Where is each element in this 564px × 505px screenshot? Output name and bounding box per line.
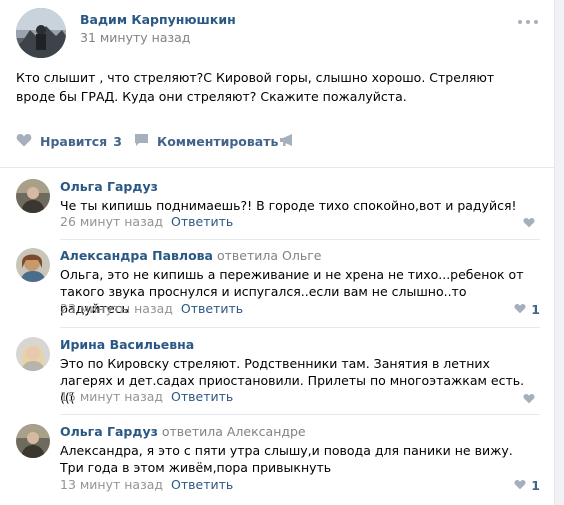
comment-item: Александра Павлова ответила Ольге Ольга, … bbox=[16, 248, 546, 318]
heart-icon bbox=[523, 392, 535, 407]
commenter-avatar[interactable] bbox=[16, 179, 50, 213]
reply-button[interactable]: Ответить bbox=[181, 301, 243, 316]
comment-author-name[interactable]: Ирина Васильевна bbox=[60, 337, 194, 352]
heart-icon bbox=[16, 133, 32, 150]
heart-icon bbox=[523, 216, 535, 231]
comment-like-count: 1 bbox=[531, 302, 540, 317]
post-text: Кто слышит , что стреляют?С Кировой горы… bbox=[16, 70, 495, 104]
reply-to-label[interactable]: ответила Александре bbox=[162, 424, 306, 439]
comment-meta: 13 минут назад Ответить bbox=[60, 477, 233, 492]
comment-like-button[interactable] bbox=[523, 216, 540, 231]
comment-text: Александра, я это с пяти утра слышу,и по… bbox=[60, 443, 513, 475]
comment-meta: 23 минуты назад Ответить bbox=[60, 301, 243, 316]
reply-button[interactable]: Ответить bbox=[171, 477, 233, 492]
like-button[interactable]: Нравится 3 bbox=[16, 132, 122, 150]
more-options-icon[interactable] bbox=[518, 18, 538, 26]
comment-author: Ольга Гардуз ответила Александре bbox=[60, 424, 306, 439]
comment-label: Комментировать bbox=[157, 133, 279, 149]
divider bbox=[60, 239, 540, 240]
commenter-avatar[interactable] bbox=[16, 337, 50, 371]
comment-timestamp[interactable]: 23 минуты назад bbox=[60, 301, 173, 316]
page-scrollbar[interactable] bbox=[555, 0, 564, 505]
comment-author: Ольга Гардуз bbox=[60, 179, 162, 194]
like-label: Нравится bbox=[40, 133, 108, 149]
comment-author-name[interactable]: Ольга Гардуз bbox=[60, 179, 158, 194]
reply-button[interactable]: Ответить bbox=[171, 214, 233, 229]
comment-icon bbox=[134, 133, 149, 150]
comment-timestamp[interactable]: 13 минут назад bbox=[60, 477, 163, 492]
reply-to-label[interactable]: ответила Ольге bbox=[217, 248, 321, 263]
comment-author: Александра Павлова ответила Ольге bbox=[60, 248, 321, 263]
post-author-name[interactable]: Вадим Карпунюшкин bbox=[80, 12, 236, 27]
divider bbox=[0, 167, 555, 168]
comment-timestamp[interactable]: 15 минут назад bbox=[60, 389, 163, 404]
heart-icon bbox=[514, 478, 526, 493]
author-avatar[interactable] bbox=[16, 8, 66, 58]
wall-post-card: Вадим Карпунюшкин 31 минуту назад Кто сл… bbox=[0, 0, 555, 505]
comment-item: Ирина Васильевна Это по Кировску стреляю… bbox=[16, 337, 546, 407]
comment-like-count: 1 bbox=[531, 478, 540, 493]
comment-meta: 26 минут назад Ответить bbox=[60, 214, 233, 229]
comment-like-button[interactable]: 1 bbox=[514, 302, 540, 317]
divider bbox=[60, 327, 540, 328]
comment-button[interactable]: Комментировать bbox=[134, 132, 278, 150]
comment-author: Ирина Васильевна bbox=[60, 337, 198, 352]
comment-like-button[interactable] bbox=[523, 392, 540, 407]
comment-timestamp[interactable]: 26 минут назад bbox=[60, 214, 163, 229]
comment-item: Ольга Гардуз ответила Александре Александ… bbox=[16, 424, 546, 496]
megaphone-icon bbox=[279, 133, 295, 150]
comment-author-name[interactable]: Александра Павлова bbox=[60, 248, 213, 263]
post-header: Вадим Карпунюшкин 31 минуту назад bbox=[16, 8, 538, 58]
commenter-avatar[interactable] bbox=[16, 424, 50, 458]
post-actions-bar: Нравится 3 Комментировать bbox=[16, 126, 536, 156]
post-timestamp[interactable]: 31 минуту назад bbox=[80, 30, 190, 45]
comment-text: Че ты кипишь поднимаешь?! В городе тихо … bbox=[60, 198, 517, 213]
heart-icon bbox=[514, 302, 526, 317]
comment-meta: 15 минут назад Ответить bbox=[60, 389, 233, 404]
reply-button[interactable]: Ответить bbox=[171, 389, 233, 404]
share-button[interactable] bbox=[279, 132, 295, 150]
divider bbox=[60, 414, 540, 415]
comment-item: Ольга Гардуз Че ты кипишь поднимаешь?! В… bbox=[16, 179, 546, 231]
commenter-avatar[interactable] bbox=[16, 248, 50, 282]
like-count: 3 bbox=[113, 133, 122, 149]
comment-author-name[interactable]: Ольга Гардуз bbox=[60, 424, 158, 439]
comment-like-button[interactable]: 1 bbox=[514, 478, 540, 493]
